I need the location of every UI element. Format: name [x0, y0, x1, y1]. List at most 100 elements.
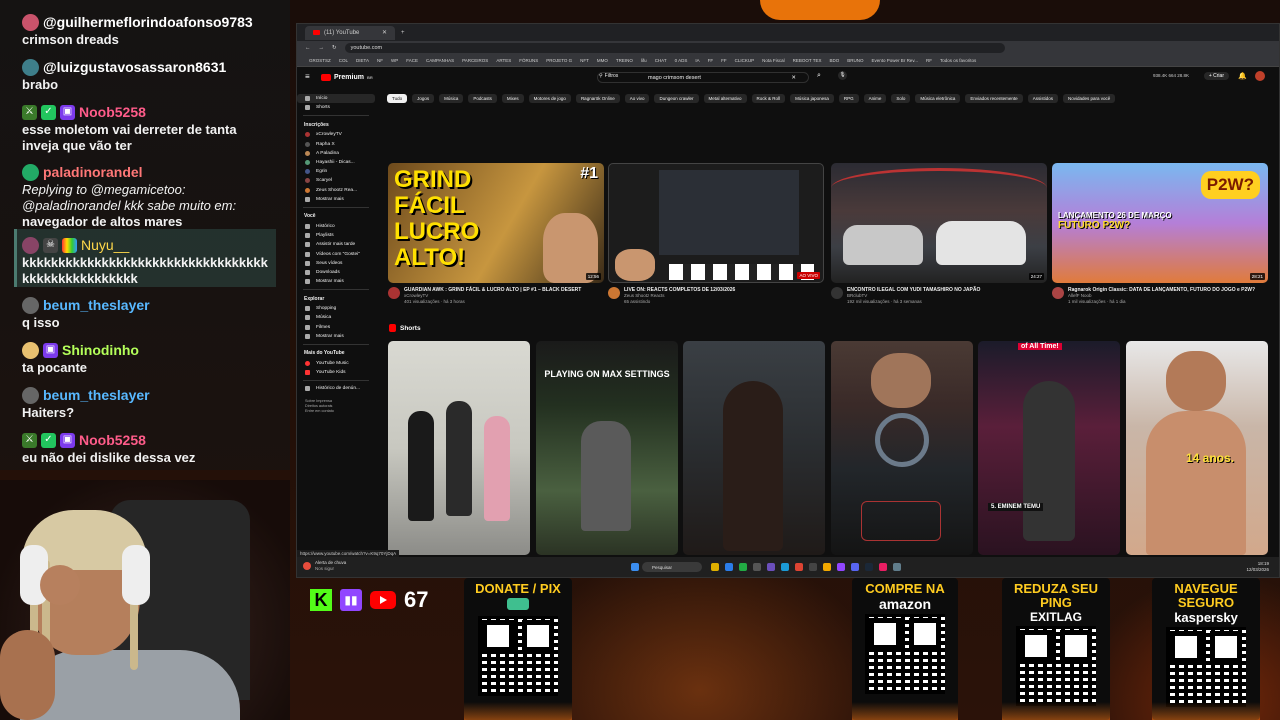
bookmark[interactable]: NFT [580, 58, 589, 63]
video-title[interactable]: GUARDIAN AWK : GRIND FÁCIL & LUCRO ALTO … [404, 287, 581, 293]
bookmark[interactable]: BDO [830, 58, 840, 63]
app-icon[interactable] [879, 563, 887, 571]
back-icon[interactable]: ← [305, 45, 311, 51]
chip[interactable]: Dungeon crawler [654, 94, 699, 103]
short-card[interactable]: PLAYING ON MAX SETTINGS When your mate p… [536, 341, 678, 569]
video-thumbnail[interactable]: AO VIVO [608, 163, 824, 283]
bookmark[interactable]: PARCEIROS [462, 58, 488, 63]
app-icon[interactable] [823, 563, 831, 571]
short-card[interactable]: RUDE #지효 #oke #chinesegirl #dance #fyp 6… [388, 341, 530, 570]
video-card[interactable]: AO VIVO LIVE ON: REACTS COMPLETOS DE 12/… [608, 163, 824, 305]
channel-avatar[interactable] [388, 287, 400, 299]
bookmark[interactable]: MMO [597, 58, 608, 63]
chip[interactable]: Solo [891, 94, 911, 103]
show-more-button[interactable]: Mostrar mais [297, 332, 375, 341]
sidebar-item-subscription[interactable]: Zeus Shootz Rea... [297, 186, 375, 195]
chip[interactable]: Metal alternativo [703, 94, 747, 103]
short-thumbnail[interactable]: 14 anos. [1126, 341, 1268, 555]
sidebar-item-history[interactable]: Histórico [297, 222, 375, 231]
chip[interactable]: Jogos [412, 94, 435, 103]
chip[interactable]: Música [439, 94, 464, 103]
close-icon[interactable]: ✕ [382, 29, 387, 36]
sidebar-item-home[interactable]: Início [297, 94, 375, 104]
show-more-button[interactable]: Mostrar mais [297, 195, 375, 204]
bookmark[interactable]: NF [377, 58, 383, 63]
new-tab-icon[interactable]: + [401, 30, 405, 36]
sidebar-item-subscription[interactable]: xCrowleyTV [297, 130, 375, 139]
app-icon[interactable] [739, 563, 747, 571]
bookmark[interactable]: TREINO [616, 58, 633, 63]
sidebar-item-subscription[interactable]: Egrin [297, 167, 375, 176]
video-title[interactable]: Ragnarok Origin Classic: DATA DE LANÇAME… [1068, 287, 1255, 293]
bookmark[interactable]: RF [926, 58, 932, 63]
sidebar-item-subscription[interactable]: Scaryel [297, 176, 375, 185]
bookmark[interactable]: REBOOT TEX [793, 58, 822, 63]
video-card[interactable]: GRIND FÁCIL LUCRO ALTO! #1 12:56 GUARDIA… [388, 163, 604, 305]
bookmark[interactable]: GROSTSZ [309, 58, 331, 63]
reload-icon[interactable]: ↻ [332, 45, 337, 51]
short-card[interactable]: of All Time! 5. EMINEM TEMU Ranking the … [978, 341, 1120, 569]
edge-icon[interactable] [725, 563, 733, 571]
bookmark[interactable]: FACE [406, 58, 418, 63]
discord-icon[interactable] [851, 563, 859, 571]
taskbar-clock[interactable]: 18:19 12/03/2026 [1246, 561, 1269, 573]
notifications-icon[interactable]: 🔔 [1238, 72, 1247, 80]
bookmark[interactable]: FÓRUNS [519, 58, 538, 63]
sidebar-item-youtube-kids[interactable]: YouTube Kids [297, 368, 375, 377]
app-icon[interactable] [767, 563, 775, 571]
chip[interactable]: Novidades para você [1062, 94, 1116, 103]
short-thumbnail[interactable] [683, 341, 825, 555]
bookmark[interactable]: CLICKUP [735, 58, 755, 63]
chip[interactable]: Ragnarök Online [575, 94, 620, 103]
video-thumbnail[interactable]: 24:27 [831, 163, 1047, 283]
chip[interactable]: Motores de jogo [528, 94, 571, 103]
app-icon[interactable] [837, 563, 845, 571]
bookmark[interactable]: 0 ADS [675, 58, 688, 63]
create-button[interactable]: + Criar [1203, 72, 1229, 80]
bookmark[interactable]: IA [695, 58, 699, 63]
chip[interactable]: Mixes [501, 94, 524, 103]
short-thumbnail[interactable]: PLAYING ON MAX SETTINGS [536, 341, 678, 555]
video-thumbnail[interactable]: P2W? LANÇAMENTO 26 DE MARÇO FUTURO P2W? … [1052, 163, 1268, 283]
clear-icon[interactable]: ✕ [791, 75, 796, 81]
subscriptions-header[interactable]: Inscrições [297, 119, 375, 130]
taskbar-search[interactable]: Pesquisar [642, 562, 702, 572]
mic-icon[interactable]: 🎙 [838, 71, 847, 80]
bookmark[interactable]: FF [708, 58, 714, 63]
chrome-icon[interactable] [795, 563, 803, 571]
url-field[interactable]: youtube.com [344, 43, 1005, 53]
windows-start-icon[interactable] [631, 563, 639, 571]
forward-icon[interactable]: → [319, 45, 325, 51]
bookmark[interactable]: CAMPANHAS [426, 58, 454, 63]
short-thumbnail[interactable] [388, 341, 530, 555]
channel-avatar[interactable] [1052, 287, 1064, 299]
chip[interactable]: Tudo [387, 94, 408, 103]
bookmark[interactable]: FF [721, 58, 727, 63]
short-card[interactable]: 330B Silver Lost in One Short | BDO Hunt… [831, 341, 973, 569]
menu-icon[interactable]: ≡ [305, 72, 310, 81]
video-card[interactable]: 24:27 ENCONTRO ILEGAL COM YUDI TAMASHIRO… [831, 163, 1047, 305]
bookmark[interactable]: DIETA [356, 58, 369, 63]
short-card[interactable]: 14 anos. Jovem de 14 anos impressionou o… [1126, 341, 1268, 570]
app-icon[interactable] [781, 563, 789, 571]
steam-icon[interactable] [865, 563, 873, 571]
bookmark[interactable]: COL [339, 58, 348, 63]
bookmark[interactable]: Todos os favoritos [940, 58, 976, 63]
chip[interactable]: Assistidos [1027, 94, 1058, 103]
sidebar-item-subscription[interactable]: A Paladina [297, 149, 375, 158]
app-icon[interactable] [753, 563, 761, 571]
video-thumbnail[interactable]: GRIND FÁCIL LUCRO ALTO! #1 12:56 [388, 163, 604, 283]
bookmark[interactable]: lifu [641, 58, 647, 63]
sidebar-item-your-videos[interactable]: Seus vídeos [297, 259, 375, 268]
sidebar-item-shorts[interactable]: Shorts [297, 103, 375, 112]
bookmark[interactable]: ARTES [496, 58, 511, 63]
search-input[interactable]: mago crimsom desert ✕ [597, 72, 809, 83]
short-card[interactable]: PRETTIEST in QUEZON CITY | WRONG TURN WA… [683, 341, 825, 569]
bookmark[interactable]: Evento Power Br Rev... [872, 58, 918, 63]
file-explorer-icon[interactable] [711, 563, 719, 571]
search-icon[interactable]: ⌕ [817, 72, 821, 80]
chip[interactable]: Rock & Roll [751, 94, 786, 103]
show-more-button[interactable]: Mostrar mais [297, 277, 375, 286]
chip[interactable]: Enviados recentemente [965, 94, 1023, 103]
sidebar-item-playlists[interactable]: Playlists [297, 231, 375, 240]
